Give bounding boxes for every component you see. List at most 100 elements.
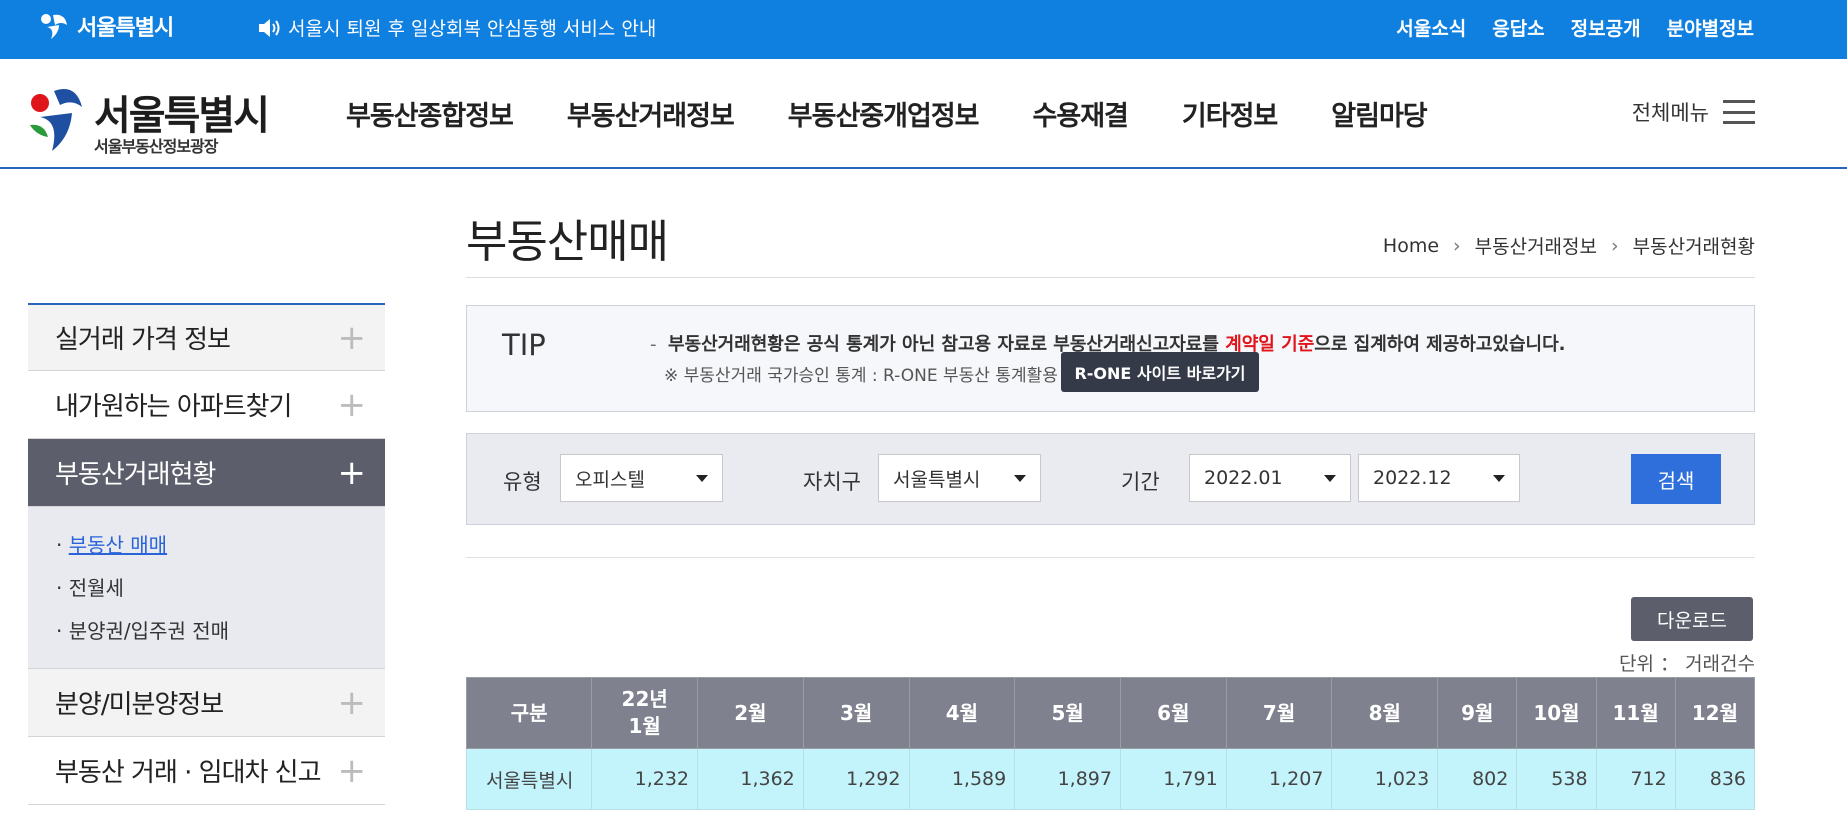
table-cell: 1,292 (802, 748, 910, 810)
page-title: 부동산매매 (466, 215, 669, 268)
sidebar-item-presale-info[interactable]: 분양/미분양정보 + (28, 669, 385, 737)
notice-text: 서울시 퇴원 후 일상회복 안심동행 서비스 안내 (288, 18, 657, 40)
type-label: 유형 (503, 470, 542, 494)
download-button[interactable]: 다운로드 (1631, 597, 1753, 641)
sidebar-item-label: 내가원하는 아파트찾기 (55, 392, 292, 422)
type-select[interactable]: 오피스텔 (560, 454, 723, 502)
nav-brokerage-info[interactable]: 부동산중개업정보 (788, 94, 980, 133)
table-cell: 1,791 (1119, 748, 1227, 810)
top-link-field-info[interactable]: 분야별정보 (1667, 14, 1754, 41)
table-cell: 1,232 (591, 748, 699, 810)
plus-icon: + (337, 750, 366, 791)
chevron-right-icon: › (1611, 234, 1619, 257)
period-to-value: 2022.12 (1373, 467, 1452, 489)
col-header: 7월 (1225, 677, 1333, 749)
notice[interactable]: 서울시 퇴원 후 일상회복 안심동행 서비스 안내 (258, 14, 656, 41)
main-nav: 부동산종합정보 부동산거래정보 부동산중개업정보 수용재결 기타정보 알림마당 (346, 94, 1428, 133)
brand-subtitle: 서울부동산정보광장 (94, 137, 218, 156)
seoul-logo-text: 서울특별시 (77, 16, 174, 41)
speaker-icon (259, 18, 280, 37)
nav-expropriation[interactable]: 수용재결 (1033, 94, 1129, 133)
plus-icon: + (337, 682, 366, 723)
period-to-select[interactable]: 2022.12 (1358, 454, 1520, 502)
caret-down-icon (1493, 474, 1505, 482)
breadcrumb: Home › 부동산거래정보 › 부동산거래현황 (1383, 232, 1755, 259)
tip-line-2: ※ 부동산거래 국가승인 통계 : R-ONE 부동산 통계활용 (664, 366, 1058, 386)
table-cell: 1,023 (1331, 748, 1439, 810)
sidebar-item-lease-report[interactable]: 부동산 거래 · 임대차 신고 + (28, 737, 385, 805)
col-header: 10월 (1516, 677, 1597, 749)
type-select-value: 오피스텔 (575, 468, 645, 491)
plus-icon: + (337, 317, 366, 358)
top-link-news[interactable]: 서울소식 (1396, 14, 1466, 41)
all-menu-button[interactable]: 전체메뉴 (1632, 97, 1755, 127)
table-cell: 712 (1595, 748, 1676, 810)
table-cell: 836 (1674, 748, 1756, 810)
submenu-item-label: 분양권/입주권 전매 (68, 619, 230, 643)
caret-down-icon (1014, 474, 1026, 482)
plus-icon: + (337, 384, 366, 425)
col-header: 12월 (1674, 677, 1756, 749)
table-cell: 1,589 (908, 748, 1016, 810)
submenu-item-presale-transfer[interactable]: · 분양권/입주권 전매 (56, 615, 385, 644)
col-header: 6월 (1119, 677, 1227, 749)
top-link-disclosure[interactable]: 정보공개 (1571, 14, 1641, 41)
transaction-table: 구분 22년 1월 2월 3월 4월 5월 6월 7월 8월 9월 10월 11… (465, 677, 1756, 810)
table-header-row: 구분 22년 1월 2월 3월 4월 5월 6월 7월 8월 9월 10월 11… (465, 677, 1756, 749)
divider (466, 557, 1755, 558)
sidebar-item-transaction-status[interactable]: 부동산거래현황 + (28, 439, 385, 507)
col-header: 2월 (697, 677, 804, 749)
sidebar-item-label: 부동산거래현황 (55, 460, 216, 490)
col-header: 4월 (908, 677, 1016, 749)
nav-transaction-info[interactable]: 부동산거래정보 (567, 94, 735, 133)
seoul-brand-symbol-icon (30, 89, 82, 151)
tip-text-end: 으로 집계하여 제공하고있습니다. (1314, 334, 1566, 355)
nav-other-info[interactable]: 기타정보 (1182, 94, 1278, 133)
nav-real-estate-info[interactable]: 부동산종합정보 (346, 94, 514, 133)
nav-notice-board[interactable]: 알림마당 (1331, 94, 1427, 133)
col-header: 22년 1월 (591, 677, 699, 749)
sidebar-submenu: · 부동산 매매 · 전월세 · 분양권/입주권 전매 (28, 507, 385, 669)
sidebar-item-label: 부동산 거래 · 임대차 신고 (55, 758, 322, 788)
col-header: 구분 (465, 677, 593, 749)
table-cell: 1,897 (1014, 748, 1121, 810)
table-row: 서울특별시 1,232 1,362 1,292 1,589 1,897 1,79… (465, 748, 1756, 810)
submenu-item-rent[interactable]: · 전월세 (56, 572, 385, 601)
col-header: 9월 (1437, 677, 1518, 749)
sidebar-item-price-info[interactable]: 실거래 가격 정보 + (28, 303, 385, 371)
breadcrumb-transaction-info[interactable]: 부동산거래정보 (1475, 232, 1597, 259)
brand-logo[interactable]: 서울특별시 서울부동산정보광장 (26, 81, 286, 161)
site-header: 서울특별시 서울부동산정보광장 부동산종합정보 부동산거래정보 부동산중개업정보… (0, 59, 1847, 169)
divider (466, 277, 1755, 278)
seoul-logo[interactable]: 서울특별시 (37, 10, 174, 42)
col-header: 5월 (1014, 677, 1121, 749)
district-select[interactable]: 서울특별시 (878, 454, 1041, 502)
hamburger-icon (1723, 100, 1755, 124)
table-cell: 1,362 (697, 748, 804, 810)
period-from-value: 2022.01 (1204, 467, 1283, 489)
caret-down-icon (696, 474, 708, 482)
search-button[interactable]: 검색 (1631, 454, 1721, 504)
sidebar-item-label: 분양/미분양정보 (55, 690, 224, 720)
seoul-symbol-icon (41, 14, 67, 39)
col-header: 11월 (1595, 677, 1676, 749)
unit-label: 단위 ： 거래건수 (1619, 653, 1755, 675)
all-menu-label: 전체메뉴 (1631, 101, 1709, 125)
submenu-item-sale[interactable]: · 부동산 매매 (56, 529, 385, 558)
rone-site-button[interactable]: R-ONE 사이트 바로가기 (1061, 352, 1259, 392)
table-cell: 538 (1516, 748, 1597, 810)
top-links: 서울소식 응답소 정보공개 분야별정보 (1396, 14, 1754, 41)
sidebar: 실거래 가격 정보 + 내가원하는 아파트찾기 + 부동산거래현황 + · 부동… (28, 303, 385, 805)
period-from-select[interactable]: 2022.01 (1189, 454, 1351, 502)
top-link-response[interactable]: 응답소 (1492, 14, 1544, 41)
chevron-right-icon: › (1453, 234, 1461, 257)
district-label: 자치구 (803, 470, 861, 494)
tip-box: TIP - 부동산거래현황은 공식 통계가 아닌 참고용 자료로 부동산거래신고… (466, 305, 1755, 412)
district-select-value: 서울특별시 (893, 468, 981, 491)
breadcrumb-transaction-status[interactable]: 부동산거래현황 (1633, 232, 1755, 259)
breadcrumb-home[interactable]: Home (1383, 235, 1439, 257)
table-cell: 802 (1437, 748, 1518, 810)
submenu-item-label: 전월세 (68, 576, 124, 600)
sidebar-item-apartment-search[interactable]: 내가원하는 아파트찾기 + (28, 371, 385, 439)
tip-label: TIP (502, 328, 546, 362)
